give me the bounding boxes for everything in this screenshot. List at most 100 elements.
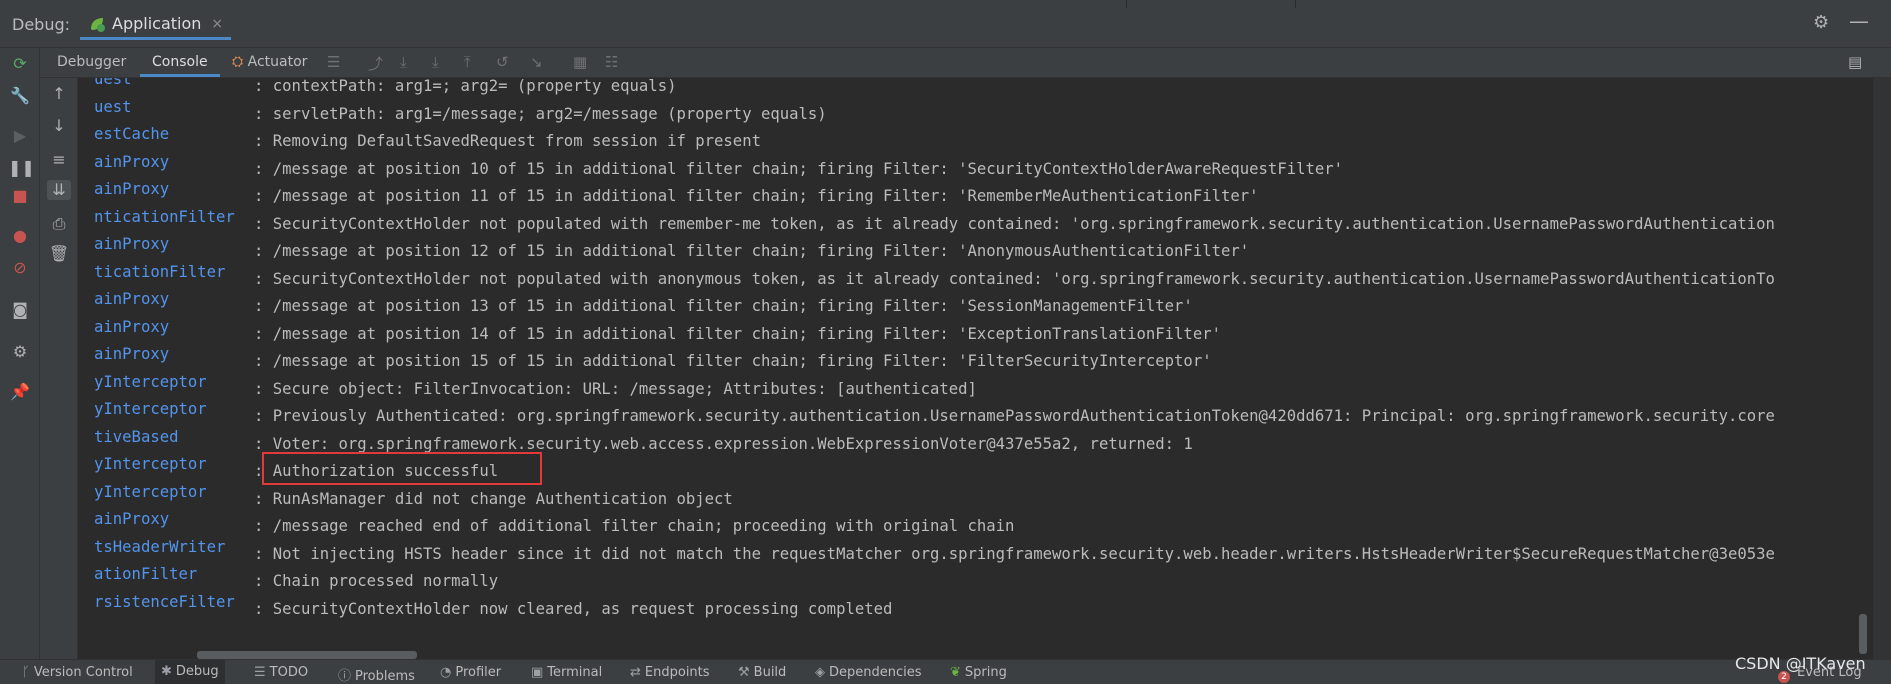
log-source[interactable]: tiveBased [94,425,254,449]
warning-icon: ⓘ [338,669,352,684]
log-source[interactable]: tsHeaderWriter [94,535,254,559]
resume-icon[interactable]: ▶ [8,126,32,146]
log-source[interactable]: ainProxy [94,507,254,531]
log-source[interactable]: yInterceptor [94,370,254,394]
log-line: estCache: Removing DefaultSavedRequest f… [94,122,761,150]
log-source[interactable]: yInterceptor [94,452,254,476]
scroll-to-end-icon[interactable]: ⇊ [47,180,71,200]
bug-icon: ✱ [161,664,172,679]
tool-dependencies[interactable]: ◈ Dependencies [815,665,922,680]
camera-icon[interactable]: ◙ [8,300,32,320]
step-into-icon[interactable]: ⤓ [432,53,439,71]
log-source[interactable]: yInterceptor [94,397,254,421]
log-source[interactable]: ainProxy [94,177,254,201]
log-line: tiveBased: Voter: org.springframework.se… [94,425,1193,453]
terminal-icon: ▣ [531,665,544,680]
dependencies-icon: ◈ [815,665,825,680]
endpoints-icon: ⇄ [630,665,641,680]
pin-icon[interactable]: 📌 [8,382,32,402]
log-line: uest: contextPath: arg1=; arg2= (propert… [94,78,676,95]
log-source[interactable]: ainProxy [94,342,254,366]
tool-profiler[interactable]: ◔ Profiler [440,665,501,680]
log-line: ainProxy: /message reached end of additi… [94,507,1014,535]
tool-endpoints[interactable]: ⇄ Endpoints [630,665,710,680]
layout-icon[interactable]: ▤ [1848,53,1862,71]
drop-frame-icon[interactable]: ↺ [496,53,509,71]
tab-application[interactable]: Application × [80,10,232,40]
horizontal-scrollbar[interactable] [197,651,417,659]
log-line: ainProxy: /message at position 11 of 15 … [94,177,1259,205]
rerun-icon[interactable]: ⟳ [8,54,32,74]
settings-icon[interactable]: ⚙ [8,342,32,362]
hammer-icon: ⚒ [738,665,750,680]
log-source[interactable]: ainProxy [94,315,254,339]
pause-icon[interactable]: ❚❚ [8,158,35,178]
log-line: yInterceptor: Secure object: FilterInvoc… [94,370,977,398]
log-source[interactable]: yInterceptor [94,480,254,504]
minimize-icon[interactable]: — [1849,9,1869,33]
down-arrow-icon[interactable]: ↓ [47,116,71,136]
show-execution-point-icon[interactable]: ⤴ [368,53,383,74]
log-source[interactable]: ticationFilter [94,260,254,284]
tab-actuator-wrapper[interactable]: ⛭ Actuator [232,48,307,77]
tool-spring[interactable]: ❦ Spring [950,665,1007,680]
tab-debugger[interactable]: Debugger [57,48,126,77]
debug-label: Debug: [12,15,71,34]
step-out-icon[interactable]: ⤒ [464,53,471,71]
view-breakpoints-icon[interactable]: ● [8,226,32,246]
tool-todo[interactable]: ☰ TODO [254,665,308,680]
log-line: ainProxy: /message at position 12 of 15 … [94,232,1249,260]
branch-icon: ᚴ [22,665,30,680]
log-line: tsHeaderWriter: Not injecting HSTS heade… [94,535,1775,563]
log-message: : SecurityContextHolder not populated wi… [254,214,1775,233]
log-source[interactable]: ainProxy [94,287,254,311]
tab-actuator: Actuator [247,54,308,70]
log-source[interactable]: uest [94,95,254,119]
log-line: yInterceptor: Previously Authenticated: … [94,397,1775,425]
log-line: ainProxy: /message at position 13 of 15 … [94,287,1193,315]
tool-problems[interactable]: ⓘ Problems [338,665,415,684]
highlight-annotation [262,452,542,485]
log-message: : /message at position 14 of 15 in addit… [254,324,1221,343]
trace-icon[interactable]: ☷ [605,53,618,71]
log-source[interactable]: rsistenceFilter [94,590,254,614]
log-message: : Not injecting HSTS header since it did… [254,544,1775,563]
step-over-icon[interactable]: ⤓ [400,53,407,71]
tool-build[interactable]: ⚒ Build [738,665,786,680]
log-source[interactable]: ainProxy [94,150,254,174]
log-source[interactable]: nticationFilter [94,205,254,229]
trash-icon[interactable]: 🗑 [47,244,71,264]
run-to-cursor-icon[interactable]: ↘ [530,53,543,71]
tool-terminal[interactable]: ▣ Terminal [531,665,602,680]
log-message: : /message at position 10 of 15 in addit… [254,159,1344,178]
log-source[interactable]: estCache [94,122,254,146]
log-message: : Previously Authenticated: org.springfr… [254,407,1775,425]
log-message: : /message at position 15 of 15 in addit… [254,352,1212,370]
wrench-icon[interactable]: 🔧 [8,86,32,106]
log-source[interactable]: ationFilter [94,562,254,586]
log-source[interactable]: uest [94,78,254,91]
log-message: : Secure object: FilterInvocation: URL: … [254,379,977,398]
close-icon[interactable]: × [211,16,223,32]
log-message: : /message at position 13 of 15 in addit… [254,297,1193,315]
tool-debug[interactable]: ✱ Debug [155,660,225,684]
up-arrow-icon[interactable]: ↑ [47,84,71,104]
mute-breakpoints-icon[interactable]: ⊘ [8,258,32,278]
console-output[interactable]: uest: contextPath: arg1=; arg2= (propert… [78,78,1873,659]
tab-console[interactable]: Console [140,48,220,77]
print-icon[interactable]: ⎙ [47,214,71,234]
tool-version-control[interactable]: ᚴ Version Control [22,665,133,680]
log-message: : contextPath: arg1=; arg2= (property eq… [254,78,677,95]
spring-leaf-icon [91,17,105,32]
gear-icon[interactable]: ⚙ [1813,12,1829,33]
soft-wrap-icon[interactable]: ≡ [47,150,71,170]
evaluate-expression-icon[interactable]: ▦ [573,53,587,71]
log-line: ticationFilter: SecurityContextHolder no… [94,260,1775,288]
spring-icon: ❦ [950,665,961,680]
log-message: : SecurityContextHolder now cleared, as … [254,599,893,618]
log-source[interactable]: ainProxy [94,232,254,256]
log-message: : Removing DefaultSavedRequest from sess… [254,132,761,150]
vertical-scrollbar[interactable] [1859,614,1867,654]
stop-icon[interactable]: ■ [8,186,32,206]
menu-icon[interactable]: ☰ [327,53,340,71]
